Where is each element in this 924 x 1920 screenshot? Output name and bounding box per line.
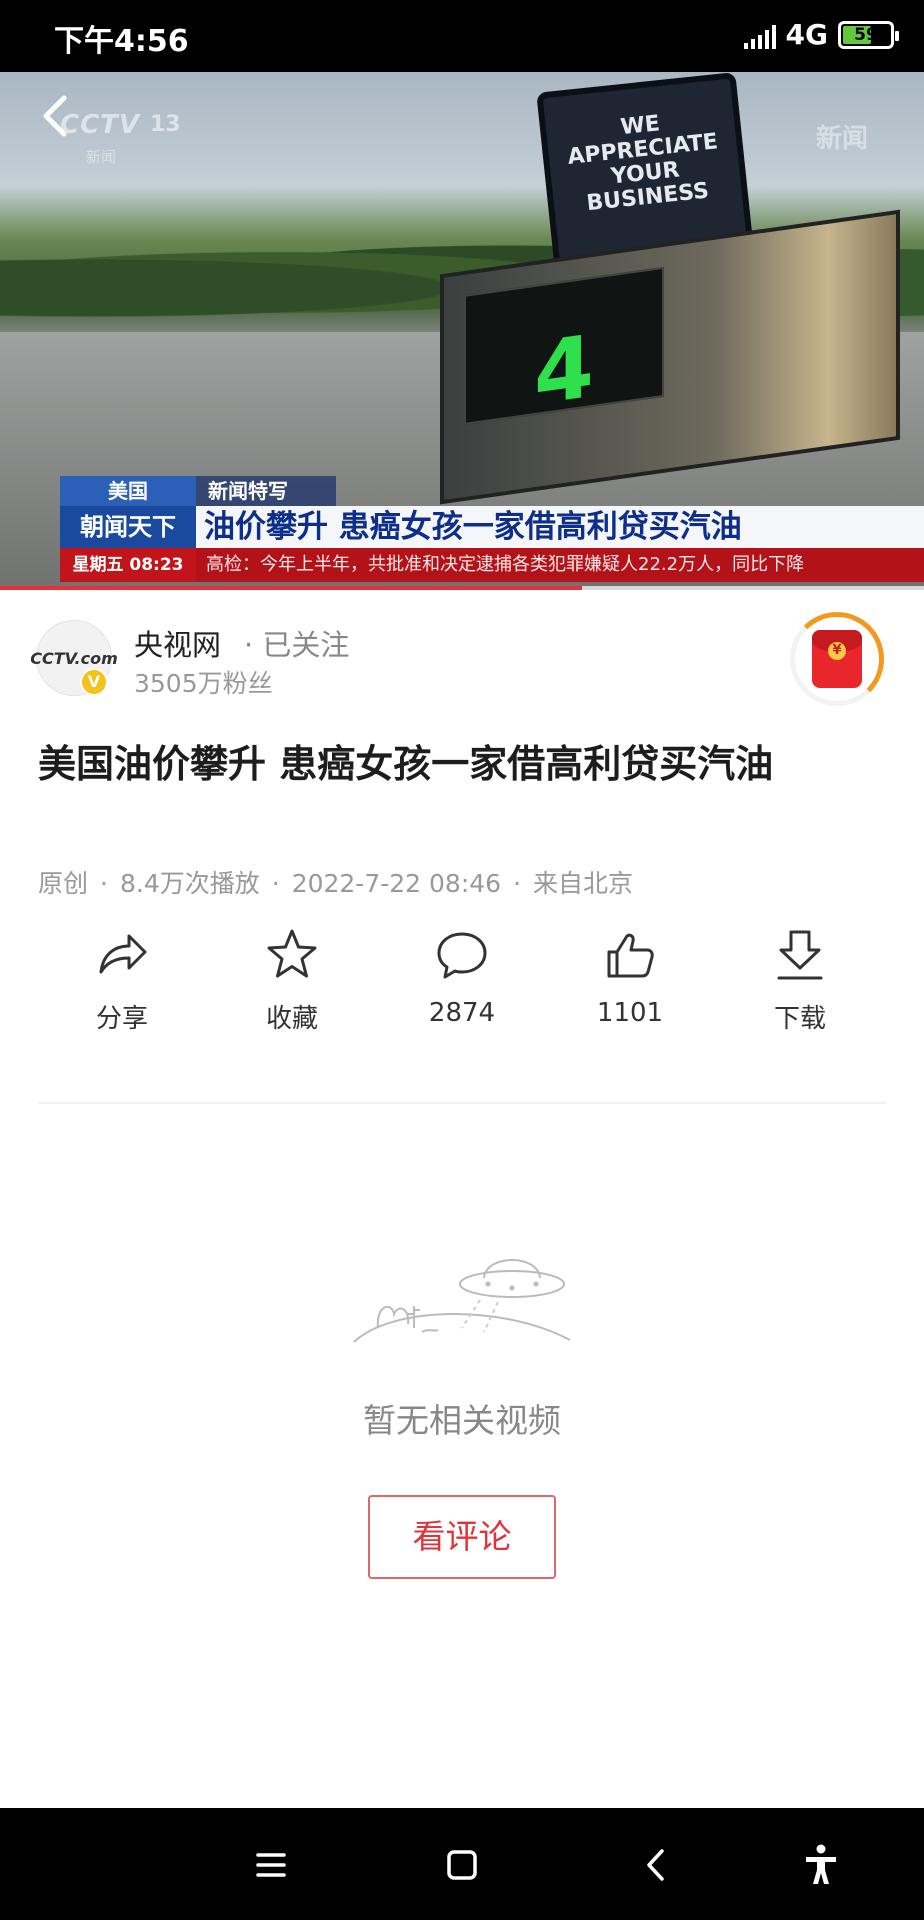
lower-third-program: 朝闻天下 xyxy=(60,506,196,548)
video-meta: 原创 · 8.4万次播放 · 2022-7-22 08:46 · 来自北京 xyxy=(38,869,634,898)
favorite-label: 收藏 xyxy=(265,1004,318,1034)
video-progress-fill xyxy=(0,586,583,590)
lower-third-ticker: 高检：今年上半年，共批准和决定逮捕各类犯罪嫌疑人22.2万人，同比下降 xyxy=(196,548,924,582)
share-icon xyxy=(99,934,147,974)
network-label: 4G xyxy=(785,18,828,51)
comment-count: 2874 xyxy=(428,998,496,1028)
video-player[interactable]: WE APPRECIATE YOUR BUSINESS 4 CCTV 13 新闻… xyxy=(0,72,924,590)
red-packet-icon xyxy=(812,630,862,688)
star-icon xyxy=(267,929,317,978)
channel-number: 13 xyxy=(150,112,181,137)
comment-icon xyxy=(437,932,487,979)
lower-third-country: 美国 xyxy=(60,476,196,506)
back-arrow-icon[interactable] xyxy=(36,94,76,138)
like-button[interactable]: 1101 xyxy=(570,926,690,1028)
thumbs-up-icon xyxy=(607,933,654,978)
fan-count: 3505万粉丝 xyxy=(134,669,273,698)
share-button[interactable]: 分享 xyxy=(62,926,182,1035)
video-title: 美国油价攀升 患癌女孩一家借高利贷买汽油 xyxy=(38,742,774,786)
battery-icon: 59 xyxy=(838,20,899,49)
meta-datetime: 2022-7-22 08:46 xyxy=(291,869,502,898)
empty-state-text: 暂无相关视频 xyxy=(363,1401,561,1440)
author-row: CCTV.com V 央视网 · 已关注 3505万粉丝 xyxy=(0,612,924,712)
lower-third-headline: 油价攀升 患癌女孩一家借高利贷买汽油 xyxy=(196,506,924,548)
ufo-illustration-icon xyxy=(353,1259,571,1343)
view-comments-button[interactable]: 看评论 xyxy=(368,1495,556,1579)
comment-button[interactable]: 2874 xyxy=(402,926,522,1028)
red-packet-button[interactable] xyxy=(790,612,884,706)
pump-number: 4 xyxy=(534,316,594,426)
favorite-button[interactable]: 收藏 xyxy=(232,926,352,1035)
action-bar: 分享 收藏 2874 1101 下载 xyxy=(0,926,924,1046)
lower-third-day-time: 星期五 08:23 xyxy=(60,548,196,582)
menu-icon[interactable] xyxy=(244,1838,298,1892)
battery-level: 59 xyxy=(854,24,878,45)
section-divider xyxy=(38,1102,886,1104)
status-time: 下午4:56 xyxy=(54,24,189,59)
accessibility-icon[interactable] xyxy=(794,1838,848,1892)
author-name[interactable]: 央视网 xyxy=(134,622,221,664)
share-label: 分享 xyxy=(95,1004,148,1034)
like-count: 1101 xyxy=(596,998,664,1028)
back-icon[interactable] xyxy=(630,1838,684,1892)
follow-status[interactable]: · 已关注 xyxy=(244,622,349,664)
video-watermark: 新闻 xyxy=(815,124,868,154)
download-icon xyxy=(777,930,823,980)
meta-source: 原创 xyxy=(38,869,89,898)
download-button[interactable]: 下载 xyxy=(740,926,860,1035)
status-indicators: 4G 59 xyxy=(743,18,899,51)
verified-badge-icon: V xyxy=(80,668,108,696)
meta-plays: 8.4万次播放 xyxy=(119,869,260,898)
download-label: 下载 xyxy=(773,1004,826,1034)
status-bar: 下午4:56 4G 59 xyxy=(0,0,924,72)
meta-location: 来自北京 xyxy=(533,869,634,898)
video-progress-bar[interactable] xyxy=(0,586,924,590)
channel-sub: 新闻 xyxy=(86,148,117,166)
signal-icon xyxy=(743,21,776,49)
lower-third-tag: 新闻特写 xyxy=(196,476,336,506)
home-icon[interactable] xyxy=(435,1838,489,1892)
system-nav-bar xyxy=(0,1808,924,1920)
